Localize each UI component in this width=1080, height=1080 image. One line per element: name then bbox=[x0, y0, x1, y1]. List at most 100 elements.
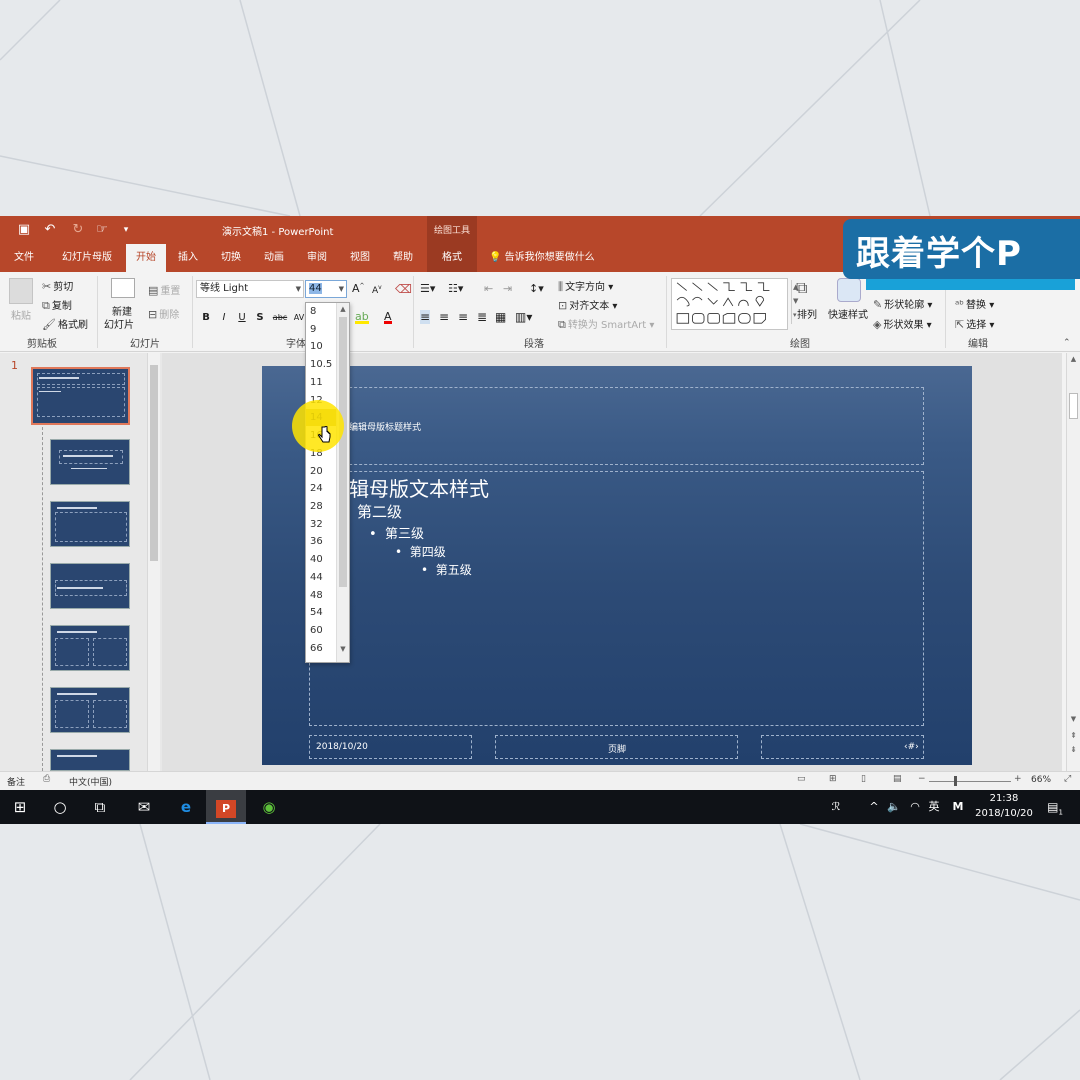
decrease-font-icon[interactable]: Av bbox=[372, 284, 382, 296]
scroll-down-icon[interactable]: ▼ bbox=[1067, 715, 1080, 723]
notes-button[interactable]: 备注 bbox=[7, 775, 25, 788]
increase-font-icon[interactable]: A^ bbox=[352, 282, 365, 295]
layout-thumbnail[interactable] bbox=[50, 439, 130, 485]
powerpoint-taskbar-icon[interactable]: P bbox=[206, 790, 246, 824]
align-text-button[interactable]: 对齐文本 bbox=[569, 301, 609, 312]
align-right-icon[interactable]: ≡ bbox=[458, 310, 468, 324]
mail-icon[interactable]: ✉ bbox=[124, 790, 164, 824]
font-size-option[interactable]: 10.5 bbox=[306, 356, 336, 373]
scrollbar-thumb[interactable] bbox=[339, 317, 347, 587]
justify-icon[interactable]: ≣ bbox=[477, 310, 487, 324]
font-size-option[interactable]: 20 bbox=[306, 463, 336, 480]
clock-date[interactable]: 2018/10/20 bbox=[972, 808, 1036, 819]
reset-button[interactable]: 重置 bbox=[160, 286, 180, 297]
input-method-icon[interactable]: M bbox=[948, 790, 968, 824]
font-size-dropdown[interactable]: 8 9 10 10.5 11 12 14 16 18 20 24 28 32 3… bbox=[305, 302, 350, 663]
clock-time[interactable]: 21:38 bbox=[972, 793, 1036, 804]
redo-icon[interactable]: ↻ bbox=[70, 222, 86, 238]
layout-thumbnail[interactable] bbox=[50, 563, 130, 609]
font-color-icon[interactable]: A bbox=[384, 310, 392, 324]
chevron-down-icon[interactable]: ▼ bbox=[339, 281, 344, 297]
line-spacing-icon[interactable]: ↕▾ bbox=[529, 282, 544, 295]
tell-me-search[interactable]: 💡 告诉我你想要做什么 bbox=[489, 244, 595, 272]
paste-button[interactable]: 粘贴 bbox=[11, 307, 31, 322]
decrease-indent-icon[interactable]: ⇤ bbox=[484, 282, 493, 295]
chevron-down-icon[interactable]: ▼ bbox=[296, 281, 301, 297]
zoom-out-icon[interactable]: − bbox=[918, 774, 926, 784]
clear-format-icon[interactable]: ⌫ bbox=[395, 282, 412, 296]
increase-indent-icon[interactable]: ⇥ bbox=[503, 282, 512, 295]
tab-help[interactable]: 帮助 bbox=[385, 244, 421, 272]
spelling-icon[interactable]: ⎙ bbox=[43, 774, 50, 784]
language-status[interactable]: 中文(中国) bbox=[69, 775, 112, 788]
columns-icon[interactable]: ▥▾ bbox=[515, 310, 532, 324]
font-size-option[interactable]: 36 bbox=[306, 533, 336, 550]
master-thumbnail[interactable] bbox=[31, 367, 130, 425]
format-painter-button[interactable]: 格式刷 bbox=[58, 320, 88, 331]
scroll-up-icon[interactable]: ▲ bbox=[337, 305, 349, 313]
highlight-color-icon[interactable]: ab bbox=[355, 310, 369, 324]
tab-review[interactable]: 审阅 bbox=[299, 244, 335, 272]
normal-view-icon[interactable]: ▭ bbox=[797, 774, 806, 784]
tab-slide-master[interactable]: 幻灯片母版 bbox=[52, 244, 122, 272]
italic-button[interactable]: I bbox=[216, 310, 232, 326]
shape-outline-button[interactable]: 形状轮廓 bbox=[884, 300, 924, 311]
reading-view-icon[interactable]: ▯ bbox=[861, 774, 866, 784]
font-size-option[interactable]: 32 bbox=[306, 516, 336, 533]
slide-master-canvas[interactable]: 编辑母版标题样式 辑母版文本样式 第二级 • 第三级 • 第四级 • 第五级 2… bbox=[262, 366, 972, 765]
font-size-option[interactable]: 8 bbox=[306, 303, 336, 320]
volume-icon[interactable]: 🔈 bbox=[884, 790, 904, 824]
tab-format[interactable]: 格式 bbox=[427, 244, 477, 272]
ime-indicator[interactable]: 英 bbox=[924, 790, 944, 824]
dropdown-scrollbar[interactable]: ▲ ▼ bbox=[336, 303, 349, 662]
replace-button[interactable]: 替换 bbox=[966, 300, 986, 311]
font-size-option[interactable]: 54 bbox=[306, 604, 336, 621]
numbering-icon[interactable]: ☷▾ bbox=[448, 282, 463, 295]
distribute-icon[interactable]: ▦ bbox=[495, 310, 506, 324]
font-size-option[interactable]: 48 bbox=[306, 587, 336, 604]
task-view-icon[interactable]: ⧉ bbox=[80, 790, 120, 824]
cut-button[interactable]: 剪切 bbox=[53, 282, 73, 293]
recorder-app-icon[interactable]: ◉ bbox=[249, 790, 289, 824]
cortana-icon[interactable]: ○ bbox=[40, 790, 80, 824]
wifi-icon[interactable]: ◠ bbox=[905, 790, 925, 824]
next-slide-icon[interactable]: ⇟ bbox=[1067, 745, 1080, 754]
tab-animations[interactable]: 动画 bbox=[256, 244, 292, 272]
slideshow-icon[interactable]: ▤ bbox=[893, 774, 902, 784]
collapse-ribbon-icon[interactable]: ⌃ bbox=[1063, 338, 1071, 348]
slide-number-placeholder[interactable] bbox=[761, 735, 924, 759]
copy-button[interactable]: 复制 bbox=[52, 301, 72, 312]
zoom-slider[interactable] bbox=[929, 781, 1011, 782]
scrollbar-thumb[interactable] bbox=[1069, 393, 1078, 419]
people-icon[interactable]: ℛ bbox=[824, 790, 848, 824]
font-size-option[interactable]: 24 bbox=[306, 480, 336, 497]
shadow-button[interactable]: S bbox=[252, 310, 268, 326]
quick-styles-button[interactable]: 快速样式 bbox=[828, 306, 868, 321]
bold-button[interactable]: B bbox=[198, 310, 214, 326]
text-direction-button[interactable]: 文字方向 bbox=[565, 282, 605, 293]
shapes-gallery[interactable] bbox=[671, 278, 788, 330]
zoom-level[interactable]: 66% bbox=[1031, 775, 1051, 785]
smartart-button[interactable]: 转换为 SmartArt bbox=[568, 320, 646, 331]
touch-mode-icon[interactable]: ☞ bbox=[94, 222, 110, 238]
layout-thumbnail[interactable] bbox=[50, 687, 130, 733]
underline-button[interactable]: U bbox=[234, 310, 250, 326]
bullets-icon[interactable]: ☰▾ bbox=[420, 282, 435, 295]
notification-center-icon[interactable]: ▤1 bbox=[1040, 790, 1070, 824]
customize-icon[interactable]: ▾ bbox=[118, 222, 134, 238]
font-size-combo[interactable]: 44 ▼ bbox=[305, 280, 347, 298]
font-size-option[interactable]: 60 bbox=[306, 622, 336, 639]
layout-thumbnail[interactable] bbox=[50, 501, 130, 547]
tab-file[interactable]: 文件 bbox=[5, 244, 43, 272]
undo-icon[interactable]: ↶ bbox=[42, 222, 58, 238]
tab-view[interactable]: 视图 bbox=[342, 244, 378, 272]
font-size-option[interactable]: 11 bbox=[306, 374, 336, 391]
font-name-combo[interactable]: 等线 Light ▼ bbox=[196, 280, 304, 298]
font-size-option[interactable]: 66 bbox=[306, 640, 336, 657]
zoom-in-icon[interactable]: + bbox=[1014, 774, 1022, 784]
font-size-option[interactable]: 10 bbox=[306, 338, 336, 355]
arrange-button[interactable]: 排列 bbox=[797, 306, 817, 321]
align-center-icon[interactable]: ≡ bbox=[439, 310, 449, 324]
thumbnails-scrollbar[interactable] bbox=[147, 353, 160, 771]
align-left-icon[interactable]: ≡ bbox=[420, 310, 431, 324]
